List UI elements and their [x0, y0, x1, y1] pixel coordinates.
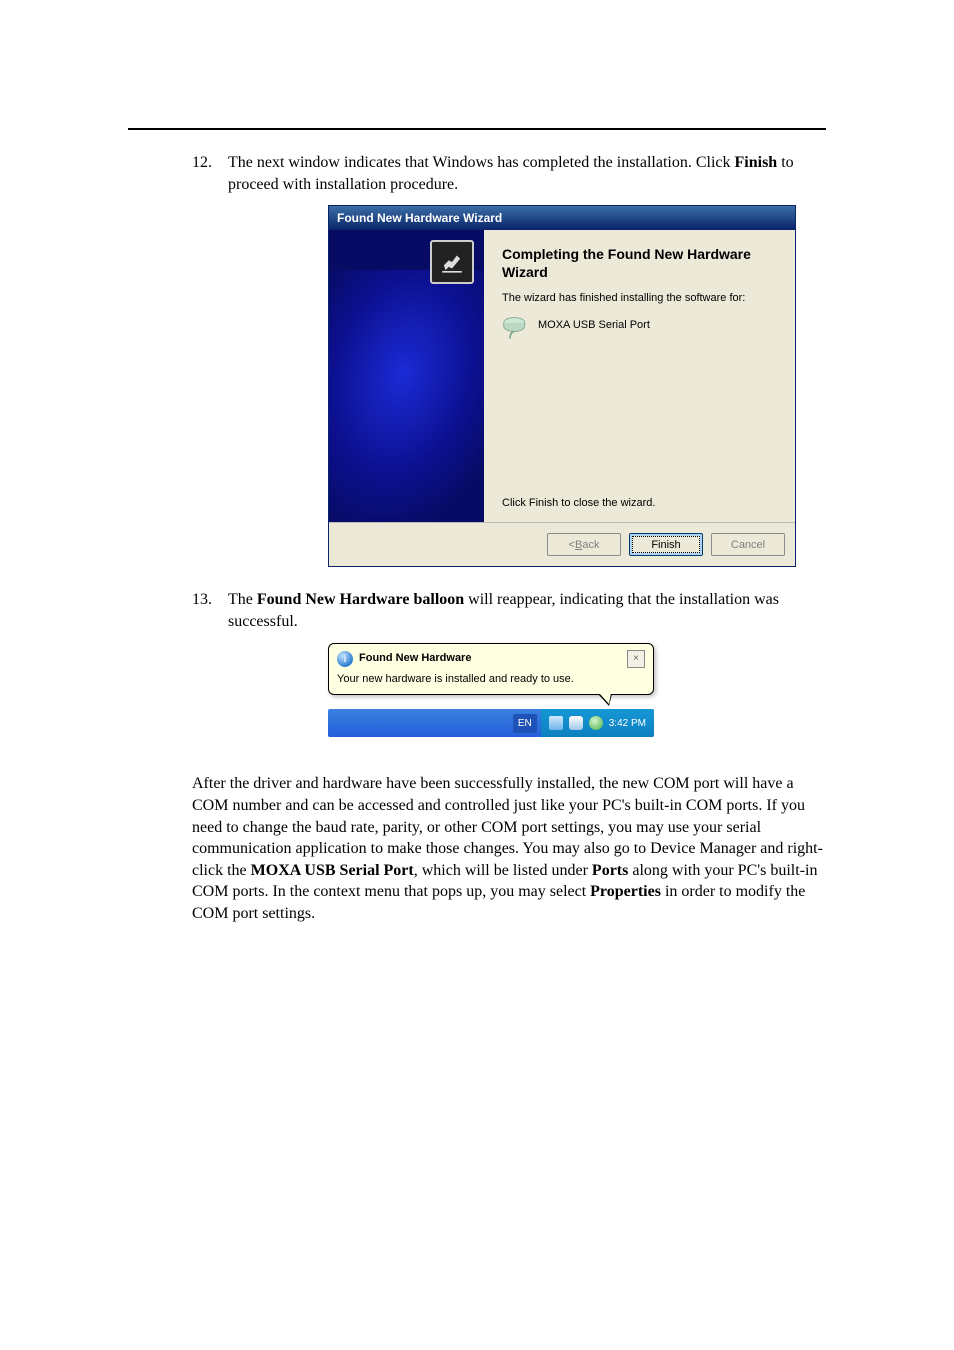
step-number: 12. [192, 152, 212, 174]
wizard-footer: < Back Finish Cancel [329, 522, 795, 566]
step-13: 13. The Found New Hardware balloon will … [128, 589, 826, 737]
back-button: < Back [547, 533, 621, 556]
device-name: MOXA USB Serial Port [538, 314, 650, 333]
step-number: 13. [192, 589, 212, 611]
language-indicator[interactable]: EN [513, 714, 537, 734]
device-icon [430, 240, 474, 284]
balloon-close-button[interactable]: × [627, 650, 645, 668]
info-icon: i [337, 651, 353, 667]
section-rule [128, 128, 826, 130]
step-bold: Finish [735, 154, 778, 171]
wizard-line: The wizard has finished installing the s… [502, 291, 777, 306]
balloon-tooltip: i Found New Hardware × Your new hardware… [328, 643, 654, 696]
taskbar: EN 3:42 PM [328, 709, 654, 737]
cancel-button: Cancel [711, 533, 785, 556]
wizard-dialog: Found New Hardware Wizard Completing the… [328, 205, 796, 567]
body-paragraph: After the driver and hardware have been … [192, 773, 826, 924]
wizard-heading: Completing the Found New Hardware Wizard [502, 246, 777, 281]
system-tray: 3:42 PM [541, 709, 654, 737]
clock: 3:42 PM [609, 717, 646, 731]
wizard-titlebar: Found New Hardware Wizard [329, 206, 795, 230]
balloon-title: Found New Hardware [359, 651, 621, 666]
tray-icon[interactable] [569, 716, 583, 730]
step-bold: Found New Hardware balloon [257, 591, 464, 608]
finish-button[interactable]: Finish [629, 533, 703, 556]
serial-port-icon [502, 314, 530, 342]
wizard-close-note: Click Finish to close the wizard. [502, 496, 655, 511]
tray-icon[interactable] [549, 716, 563, 730]
step-text: The [228, 591, 257, 608]
wizard-body: Completing the Found New Hardware Wizard… [329, 230, 795, 522]
step-text: The next window indicates that Windows h… [228, 154, 735, 171]
step-12: 12. The next window indicates that Windo… [128, 152, 826, 567]
tray-figure: i Found New Hardware × Your new hardware… [328, 643, 654, 738]
tray-icon[interactable] [589, 716, 603, 730]
wizard-sidebar-image [329, 230, 484, 522]
balloon-message: Your new hardware is installed and ready… [337, 672, 645, 687]
